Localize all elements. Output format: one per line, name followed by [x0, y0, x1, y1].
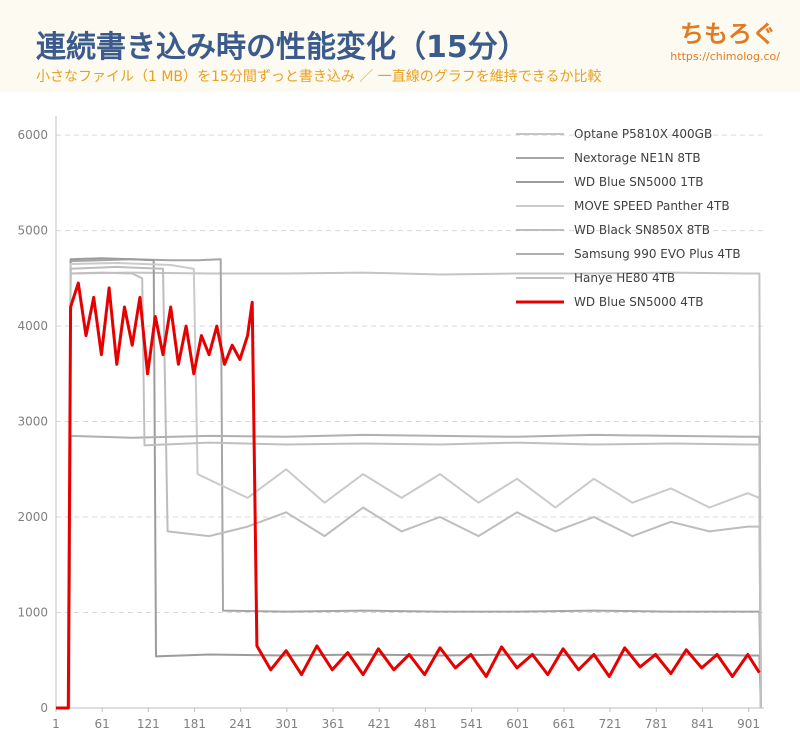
x-tick-label-541: 541 [460, 717, 483, 731]
x-tick-label-61: 61 [95, 717, 110, 731]
y-tick-label-1000: 1000 [17, 606, 48, 620]
site-url: https://chimolog.co/ [670, 50, 780, 63]
series-line-4 [56, 265, 762, 709]
legend-label-3: MOVE SPEED Panther 4TB [574, 199, 730, 213]
series-line-5 [56, 433, 762, 709]
chart-title: 連続書き込み時の性能変化（15分） [36, 30, 528, 65]
x-tick-label-361: 361 [322, 717, 345, 731]
x-tick-label-721: 721 [599, 717, 622, 731]
legend-label-1: Nextorage NE1N 8TB [574, 151, 701, 165]
series-line-6 [56, 271, 762, 709]
chart-frame: 連続書き込み時の性能変化（15分） 小さなファイル（1 MB）を15分間ずっと書… [0, 0, 800, 756]
x-tick-label-601: 601 [506, 717, 529, 731]
series-line-3 [56, 262, 762, 709]
x-tick-label-121: 121 [137, 717, 160, 731]
y-tick-label-6000: 6000 [17, 128, 48, 142]
line-chart: 0 1000 2000 3000 4000 5000 6000 1 61 121 181 241 301… [17, 116, 764, 731]
chart-area: 0 1000 2000 3000 4000 5000 6000 1 61 121 181 241 301… [8, 104, 792, 744]
x-tick-label-1: 1 [52, 717, 60, 731]
x-tick-label-301: 301 [275, 717, 298, 731]
y-tick-label-4000: 4000 [17, 319, 48, 333]
legend-label-7: WD Blue SN5000 4TB [574, 295, 703, 309]
x-tick-label-841: 841 [691, 717, 714, 731]
legend-label-2: WD Blue SN5000 1TB [574, 175, 703, 189]
x-tick-label-481: 481 [414, 717, 437, 731]
chart-subtitle: 小さなファイル（1 MB）を15分間ずっと書き込み ／ 一直線のグラフを維持でき… [36, 69, 602, 85]
site-logo: ちもろぐ [680, 20, 776, 48]
x-tick-label-901: 901 [737, 717, 760, 731]
series-line-0 [56, 271, 762, 709]
y-tick-label-0: 0 [40, 701, 48, 715]
y-tick-label-3000: 3000 [17, 415, 48, 429]
x-tick-label-421: 421 [368, 717, 391, 731]
x-tick-label-661: 661 [552, 717, 575, 731]
legend-label-4: WD Black SN850X 8TB [574, 223, 710, 237]
legend-label-5: Samsung 990 EVO Plus 4TB [574, 247, 741, 261]
legend-label-6: Hanye HE80 4TB [574, 271, 675, 285]
y-tick-label-5000: 5000 [17, 224, 48, 238]
y-tick-label-2000: 2000 [17, 510, 48, 524]
x-tick-label-241: 241 [229, 717, 252, 731]
x-tick-label-181: 181 [183, 717, 206, 731]
x-tick-label-781: 781 [645, 717, 668, 731]
legend-label-0: Optane P5810X 400GB [574, 127, 712, 141]
